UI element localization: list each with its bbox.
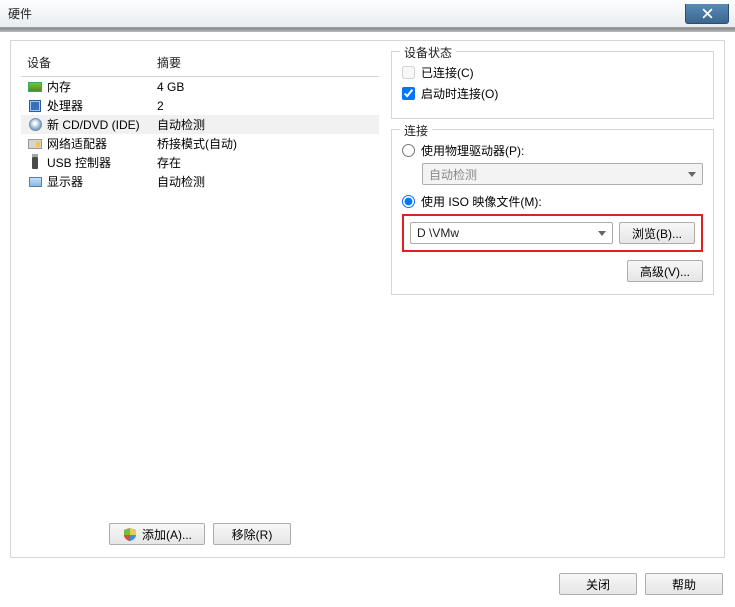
col-summary[interactable]: 摘要 [151,51,379,77]
chevron-down-icon [598,231,606,236]
device-name: 网络适配器 [47,135,107,152]
device-table: 设备 摘要 内存4 GB处理器2新 CD/DVD (IDE)自动检测网络适配器桥… [21,51,379,191]
advanced-button[interactable]: 高级(V)... [627,260,703,282]
device-status-legend: 设备状态 [400,44,456,61]
device-row[interactable]: 网络适配器 桥接模式(自动) [21,134,379,153]
advanced-label: 高级(V)... [640,263,690,280]
device-name: 新 CD/DVD (IDE) [47,116,140,133]
device-row[interactable]: 显示器 自动检测 [21,172,379,191]
device-summary: 存在 [151,153,379,172]
physical-drive-combo[interactable]: 自动检测 [422,163,703,185]
device-row[interactable]: USB 控制器 存在 [21,153,379,172]
connected-label: 已连接(C) [421,64,474,81]
iso-highlight: D \VMw 浏览(B)... [402,214,703,252]
connection-group: 连接 使用物理驱动器(P): 自动检测 使用 ISO 映像文件(M): [391,129,714,295]
window-title: 硬件 [8,5,32,22]
close-label: 关闭 [586,576,610,593]
iso-path-combo[interactable]: D \VMw [410,222,613,244]
browse-label: 浏览(B)... [632,225,682,242]
device-name: 内存 [47,78,71,95]
use-iso-row[interactable]: 使用 ISO 映像文件(M): [402,193,703,210]
device-summary: 自动检测 [151,115,379,134]
device-detail-pane: 设备状态 已连接(C) 启动时连接(O) 连接 使用物理驱动器(P): [391,51,714,547]
col-device[interactable]: 设备 [21,51,151,77]
device-name: USB 控制器 [47,154,111,171]
close-window-button[interactable] [685,4,729,24]
device-status-group: 设备状态 已连接(C) 启动时连接(O) [391,51,714,119]
use-iso-label: 使用 ISO 映像文件(M): [421,193,542,210]
browse-button[interactable]: 浏览(B)... [619,222,695,244]
use-physical-row[interactable]: 使用物理驱动器(P): [402,142,703,159]
connected-checkbox[interactable] [402,66,415,79]
usb-icon [27,155,43,171]
device-summary: 自动检测 [151,172,379,191]
shield-icon [122,526,138,542]
remove-device-button[interactable]: 移除(R) [213,523,291,545]
device-row[interactable]: 处理器 2 [21,96,379,115]
device-summary: 2 [151,96,379,115]
chevron-down-icon [688,172,696,177]
disc-icon [27,117,43,133]
device-list-pane: 设备 摘要 内存4 GB处理器2新 CD/DVD (IDE)自动检测网络适配器桥… [21,51,379,547]
help-label: 帮助 [672,576,696,593]
connect-at-poweron-label: 启动时连接(O) [421,85,498,102]
help-button[interactable]: 帮助 [645,573,723,595]
connection-legend: 连接 [400,122,432,139]
monitor-icon [27,174,43,190]
nic-icon [27,136,43,152]
connected-row[interactable]: 已连接(C) [402,64,703,81]
remove-device-label: 移除(R) [232,526,273,543]
device-row[interactable]: 内存 4 GB [21,77,379,97]
use-physical-radio[interactable] [402,144,415,157]
device-summary: 桥接模式(自动) [151,134,379,153]
device-name: 处理器 [47,97,83,114]
hardware-panel: 设备 摘要 内存4 GB处理器2新 CD/DVD (IDE)自动检测网络适配器桥… [10,40,725,558]
iso-path-value: D \VMw [417,226,459,240]
title-bar: 硬件 [0,0,735,28]
connect-at-poweron-checkbox[interactable] [402,87,415,100]
add-device-label: 添加(A)... [142,526,192,543]
use-physical-label: 使用物理驱动器(P): [421,142,524,159]
device-name: 显示器 [47,173,83,190]
cpu-icon [27,98,43,114]
add-device-button[interactable]: 添加(A)... [109,523,205,545]
connect-at-poweron-row[interactable]: 启动时连接(O) [402,85,703,102]
device-summary: 4 GB [151,77,379,97]
close-button[interactable]: 关闭 [559,573,637,595]
memory-icon [27,79,43,95]
close-icon [702,8,713,19]
device-row[interactable]: 新 CD/DVD (IDE) 自动检测 [21,115,379,134]
dialog-buttons: 关闭 帮助 [559,573,723,595]
physical-drive-value: 自动检测 [429,166,477,183]
use-iso-radio[interactable] [402,195,415,208]
physical-drive-combo-wrap: 自动检测 [422,163,703,185]
